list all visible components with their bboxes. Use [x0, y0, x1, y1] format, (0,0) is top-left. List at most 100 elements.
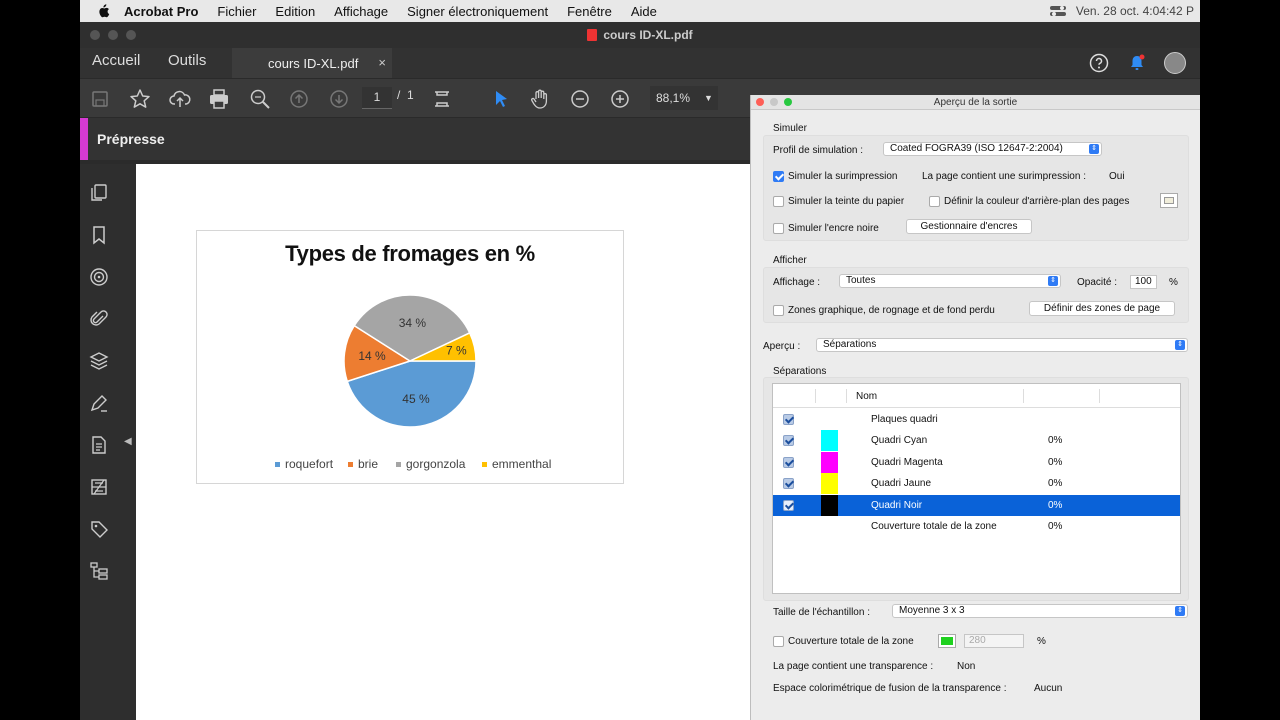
layers-icon[interactable] [88, 350, 110, 372]
sep-percent: 0% [1048, 435, 1063, 446]
bg-color-swatch[interactable] [1160, 193, 1178, 208]
sep-row-magenta[interactable]: Quadri Magenta 0% [773, 452, 1180, 473]
display-dropdown[interactable]: Toutes ⇕ [839, 274, 1061, 288]
dialog-zoom-button[interactable] [784, 98, 792, 106]
cloud-upload-icon[interactable] [168, 87, 192, 111]
chevron-updown-icon: ⇕ [1048, 276, 1058, 286]
zones-label: Zones graphique, de rognage et de fond p… [788, 305, 995, 316]
sep-row-cyan[interactable]: Quadri Cyan 0% [773, 430, 1180, 451]
paperclip-icon[interactable] [88, 308, 110, 330]
tab-close-button[interactable]: × [378, 55, 386, 70]
dialog-minimize-button[interactable] [770, 98, 778, 106]
sep-row-black[interactable]: Quadri Noir 0% [773, 495, 1180, 516]
target-icon[interactable] [88, 266, 110, 288]
profile-dropdown[interactable]: Coated FOGRA39 (ISO 12647-2:2004) ⇕ [883, 142, 1102, 156]
prepress-label: Prépresse [97, 131, 165, 147]
tab-document[interactable]: cours ID-XL.pdf × [232, 48, 392, 78]
opacity-input[interactable]: 100 [1130, 275, 1157, 289]
page-number-input[interactable]: 1 [362, 87, 392, 109]
pen-sign-icon[interactable] [88, 392, 110, 414]
cyan-swatch [821, 430, 838, 451]
sep-checkbox[interactable] [783, 500, 794, 511]
bookmark-icon[interactable] [88, 224, 110, 246]
tab-accueil[interactable]: Accueil [92, 52, 140, 69]
menu-app-name[interactable]: Acrobat Pro [124, 4, 198, 19]
avatar[interactable] [1164, 52, 1186, 74]
screen: Acrobat Pro Fichier Edition Affichage Si… [0, 0, 1280, 720]
sep-checkbox[interactable] [783, 435, 794, 446]
sep-row-total[interactable]: Couverture totale de la zone 0% [773, 516, 1180, 537]
menu-affichage[interactable]: Affichage [334, 4, 388, 19]
overprint-checkbox[interactable] [773, 171, 784, 182]
traffic-lights [90, 30, 136, 40]
structure-tree-icon[interactable] [88, 560, 110, 582]
sep-checkbox[interactable] [783, 478, 794, 489]
legend-label: gorgonzola [406, 457, 466, 471]
minimize-window-button[interactable] [108, 30, 118, 40]
menu-signer[interactable]: Signer électroniquement [407, 4, 548, 19]
zoom-in-icon[interactable] [608, 87, 632, 111]
display-label: Affichage : [773, 277, 821, 288]
transparency-label: La page contient une transparence : [773, 661, 934, 672]
page-zones-button[interactable]: Définir des zones de page [1029, 301, 1175, 316]
menu-fichier[interactable]: Fichier [217, 4, 256, 19]
preview-value: Séparations [823, 339, 877, 350]
star-icon[interactable] [128, 87, 152, 111]
tab-outils[interactable]: Outils [168, 52, 206, 69]
sample-size-dropdown[interactable]: Moyenne 3 x 3 ⇕ [892, 604, 1188, 618]
zones-checkbox[interactable] [773, 305, 784, 316]
legend-label: roquefort [285, 457, 334, 471]
paper-color-label: Simuler la teinte du papier [788, 196, 905, 207]
dialog-close-button[interactable] [756, 98, 764, 106]
legend-item-brie: brie [348, 457, 378, 471]
print-icon[interactable] [207, 87, 231, 111]
black-swatch [821, 495, 838, 516]
sep-checkbox[interactable] [783, 414, 794, 425]
help-icon[interactable] [1088, 52, 1110, 74]
menu-aide[interactable]: Aide [631, 4, 657, 19]
fit-page-icon[interactable] [430, 87, 454, 111]
sep-percent: 0% [1048, 500, 1063, 511]
sample-size-value: Moyenne 3 x 3 [899, 605, 965, 616]
chevron-updown-icon: ⇕ [1089, 144, 1099, 154]
pie-label-emmenthal: 7 % [446, 344, 467, 358]
select-cursor-icon[interactable] [489, 87, 513, 111]
menu-edition[interactable]: Edition [275, 4, 315, 19]
zoom-level-dropdown[interactable]: 88,1% ▼ [650, 86, 718, 110]
menu-fenetre[interactable]: Fenêtre [567, 4, 612, 19]
separations-header: Nom [773, 384, 1180, 408]
sep-row-plaques[interactable]: Plaques quadri [773, 409, 1180, 430]
zoom-out-icon[interactable] [568, 87, 592, 111]
hand-tool-icon[interactable] [528, 87, 552, 111]
page-up-icon[interactable] [287, 87, 311, 111]
page-down-icon[interactable] [327, 87, 351, 111]
close-window-button[interactable] [90, 30, 100, 40]
document-icon[interactable] [88, 434, 110, 456]
chevron-down-icon: ▼ [704, 93, 713, 103]
page-thumbnails-icon[interactable] [88, 182, 110, 204]
compare-icon[interactable] [88, 476, 110, 498]
zoom-window-button[interactable] [126, 30, 136, 40]
paper-color-checkbox[interactable] [773, 196, 784, 207]
black-ink-checkbox[interactable] [773, 223, 784, 234]
yellow-swatch [821, 473, 838, 494]
sep-row-yellow[interactable]: Quadri Jaune 0% [773, 473, 1180, 494]
collapse-panel-icon[interactable]: ◀ [124, 436, 132, 447]
coverage-input[interactable]: 280 [964, 634, 1024, 648]
save-icon[interactable] [88, 87, 112, 111]
zoom-search-icon[interactable] [248, 87, 272, 111]
bell-icon[interactable] [1126, 52, 1148, 74]
apple-icon[interactable] [96, 4, 110, 18]
bg-color-checkbox[interactable] [929, 196, 940, 207]
ink-manager-button[interactable]: Gestionnaire d'encres [906, 219, 1032, 234]
control-center-icon[interactable] [1049, 5, 1066, 17]
tag-icon[interactable] [88, 518, 110, 540]
coverage-color-swatch[interactable] [938, 634, 956, 648]
sep-name: Plaques quadri [871, 414, 938, 425]
coverage-checkbox[interactable] [773, 636, 784, 647]
legend-label: emmenthal [492, 457, 552, 471]
menu-clock[interactable]: Ven. 28 oct. 4:04:42 P [1076, 4, 1194, 18]
sep-checkbox[interactable] [783, 457, 794, 468]
legend-label: brie [358, 457, 379, 471]
preview-dropdown[interactable]: Séparations ⇕ [816, 338, 1188, 352]
